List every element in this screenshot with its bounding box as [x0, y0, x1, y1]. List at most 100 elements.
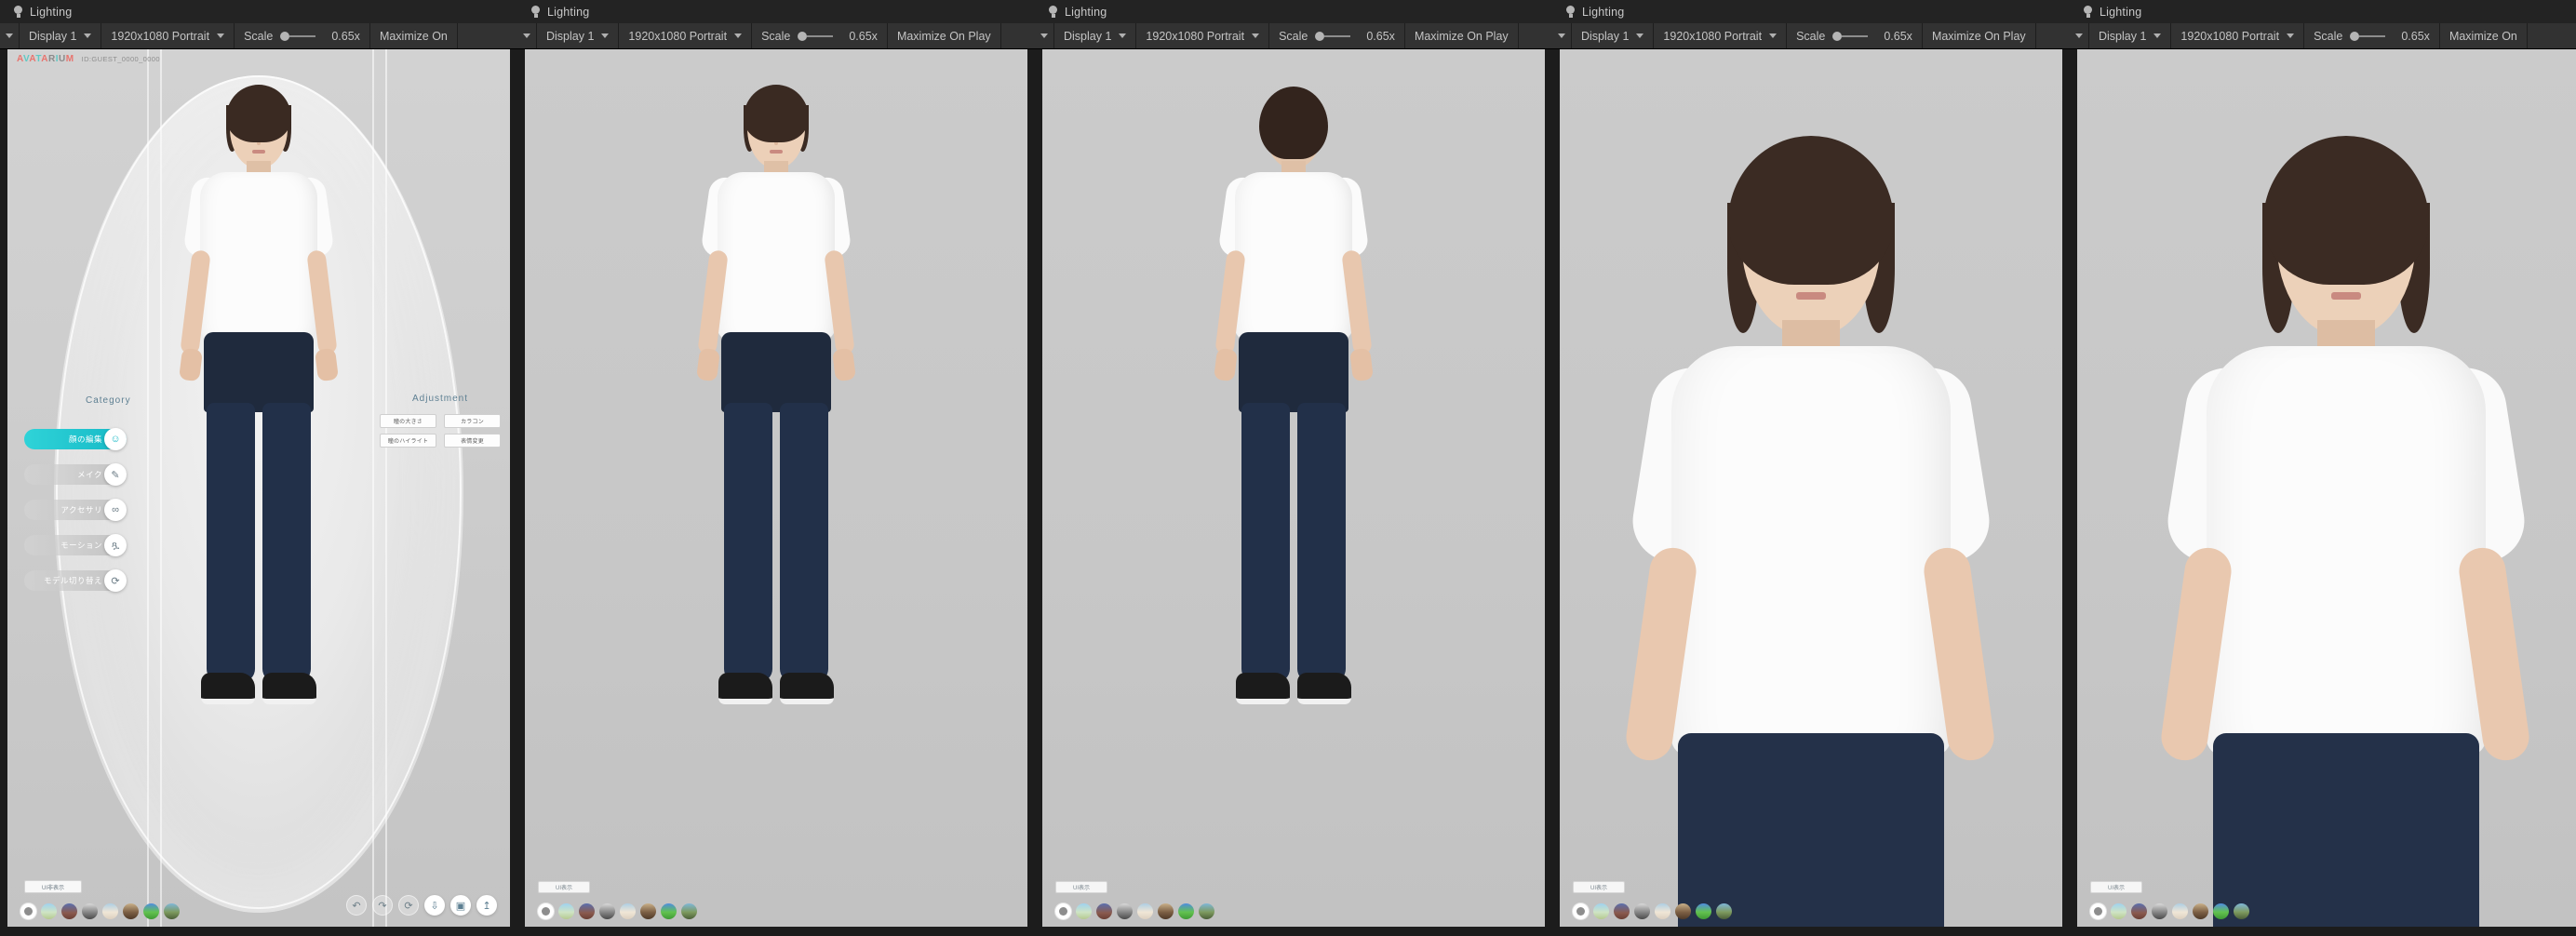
- sidebar-item-makeup[interactable]: メイク ✎: [24, 463, 127, 486]
- bg-soft-sky[interactable]: [1137, 903, 1153, 919]
- avatar-upper-body-closeup[interactable]: [2146, 136, 2546, 927]
- panel-menu-button[interactable]: [1552, 23, 1572, 48]
- bg-hills[interactable]: [1199, 903, 1214, 919]
- scale-slider-knob[interactable]: [798, 31, 808, 41]
- display-dropdown[interactable]: Display 1: [1572, 23, 1655, 48]
- scale-slider-track[interactable]: [807, 34, 834, 37]
- bg-none-selected[interactable]: [2090, 903, 2106, 919]
- lighting-tab[interactable]: Lighting: [1035, 0, 1552, 23]
- bg-studio-grey[interactable]: [2152, 903, 2167, 919]
- bg-hills[interactable]: [2234, 903, 2249, 919]
- adjust-eye-size-button[interactable]: 瞳の大きさ: [380, 414, 436, 428]
- bg-sunset-canyon[interactable]: [579, 903, 595, 919]
- bg-meadow[interactable]: [41, 903, 57, 919]
- scale-slider-track[interactable]: [1324, 34, 1351, 37]
- bg-green-field[interactable]: [143, 903, 159, 919]
- bg-meadow[interactable]: [1076, 903, 1092, 919]
- bg-desert[interactable]: [2193, 903, 2208, 919]
- adjust-eye-highlight-button[interactable]: 瞳のハイライト: [380, 434, 436, 448]
- avatar-upper-body-closeup[interactable]: [1611, 136, 2011, 927]
- panel-menu-button[interactable]: [0, 23, 20, 48]
- scale-slider-group[interactable]: Scale 0.65x: [235, 23, 370, 48]
- game-viewport-3[interactable]: UI表示: [1042, 49, 1545, 927]
- share-icon[interactable]: ↥: [476, 895, 497, 916]
- sidebar-item-accessory[interactable]: アクセサリ ∞: [24, 499, 127, 521]
- sidebar-item-motion[interactable]: モーション ጿ: [24, 534, 127, 556]
- panel-menu-button[interactable]: [517, 23, 537, 48]
- lighting-tab[interactable]: Lighting: [517, 0, 1035, 23]
- ui-visibility-toggle[interactable]: UI表示: [538, 881, 590, 893]
- game-viewport-5[interactable]: UI表示: [2077, 49, 2576, 927]
- maximize-on-play-button[interactable]: Maximize On: [370, 23, 458, 48]
- bg-desert[interactable]: [640, 903, 656, 919]
- scale-slider-knob[interactable]: [2350, 31, 2360, 41]
- bg-sunset-canyon[interactable]: [1614, 903, 1630, 919]
- redo-icon[interactable]: ↷: [372, 895, 393, 916]
- game-viewport-2[interactable]: UI表示: [525, 49, 1027, 927]
- scale-slider-group[interactable]: Scale 0.65x: [1787, 23, 1923, 48]
- scale-slider-track[interactable]: [289, 34, 316, 37]
- lighting-tab[interactable]: Lighting: [0, 0, 517, 23]
- bg-studio-grey[interactable]: [82, 903, 98, 919]
- bg-meadow[interactable]: [2111, 903, 2127, 919]
- maximize-on-play-button[interactable]: Maximize On Play: [888, 23, 1001, 48]
- bg-soft-sky[interactable]: [1655, 903, 1670, 919]
- sidebar-item-face-edit[interactable]: 顔の編集 ☺: [24, 428, 127, 450]
- undo-icon[interactable]: ↶: [346, 895, 367, 916]
- bg-hills[interactable]: [164, 903, 180, 919]
- bg-desert[interactable]: [1158, 903, 1174, 919]
- bg-sunset-canyon[interactable]: [1096, 903, 1112, 919]
- sidebar-item-model-switch[interactable]: モデル切り替え ⟳: [24, 569, 127, 592]
- maximize-on-play-button[interactable]: Maximize On Play: [1923, 23, 2036, 48]
- panel-menu-button[interactable]: [1035, 23, 1054, 48]
- resolution-dropdown[interactable]: 1920x1080 Portrait: [101, 23, 235, 48]
- download-icon[interactable]: ⇩: [424, 895, 445, 916]
- resolution-dropdown[interactable]: 1920x1080 Portrait: [2171, 23, 2305, 48]
- panel-menu-button[interactable]: [2070, 23, 2089, 48]
- camera-icon[interactable]: ▣: [450, 895, 471, 916]
- ui-visibility-toggle[interactable]: UI表示: [1055, 881, 1107, 893]
- resolution-dropdown[interactable]: 1920x1080 Portrait: [619, 23, 753, 48]
- bg-studio-grey[interactable]: [1634, 903, 1650, 919]
- scale-slider-group[interactable]: Scale 0.65x: [2304, 23, 2440, 48]
- ui-visibility-toggle[interactable]: UI非表示: [24, 880, 82, 893]
- scale-slider[interactable]: [2350, 31, 2386, 41]
- game-viewport-4[interactable]: UI表示: [1560, 49, 2062, 927]
- game-viewport-1[interactable]: AVATARIUM ID:GUEST_0000_0000 Category Ad…: [7, 49, 510, 927]
- display-dropdown[interactable]: Display 1: [537, 23, 620, 48]
- display-dropdown[interactable]: Display 1: [20, 23, 102, 48]
- avatar-full-body-front[interactable]: [655, 77, 897, 915]
- bg-hills[interactable]: [681, 903, 697, 919]
- adjust-expression-button[interactable]: 表情変更: [444, 434, 501, 448]
- lighting-tab[interactable]: Lighting: [1552, 0, 2070, 23]
- scale-slider[interactable]: [280, 31, 316, 41]
- bg-meadow[interactable]: [558, 903, 574, 919]
- bg-none-selected[interactable]: [1055, 903, 1071, 919]
- display-dropdown[interactable]: Display 1: [1054, 23, 1137, 48]
- bg-green-field[interactable]: [2213, 903, 2229, 919]
- ui-visibility-toggle[interactable]: UI表示: [1573, 881, 1625, 893]
- bg-hills[interactable]: [1716, 903, 1732, 919]
- scale-slider-group[interactable]: Scale 0.65x: [1269, 23, 1405, 48]
- bg-studio-grey[interactable]: [599, 903, 615, 919]
- bg-soft-sky[interactable]: [102, 903, 118, 919]
- bg-none-selected[interactable]: [1573, 903, 1589, 919]
- resolution-dropdown[interactable]: 1920x1080 Portrait: [1654, 23, 1788, 48]
- bg-sunset-canyon[interactable]: [2131, 903, 2147, 919]
- bg-green-field[interactable]: [1178, 903, 1194, 919]
- display-dropdown[interactable]: Display 1: [2089, 23, 2172, 48]
- bg-sunset-canyon[interactable]: [61, 903, 77, 919]
- bg-soft-sky[interactable]: [620, 903, 636, 919]
- scale-slider[interactable]: [1832, 31, 1869, 41]
- maximize-on-play-button[interactable]: Maximize On Play: [1405, 23, 1519, 48]
- bg-none-selected[interactable]: [20, 903, 36, 919]
- reset-icon[interactable]: ⟳: [398, 895, 419, 916]
- ui-visibility-toggle[interactable]: UI表示: [2090, 881, 2142, 893]
- scale-slider-track[interactable]: [1842, 34, 1869, 37]
- bg-desert[interactable]: [123, 903, 139, 919]
- scale-slider-group[interactable]: Scale 0.65x: [752, 23, 888, 48]
- scale-slider-knob[interactable]: [280, 31, 290, 41]
- resolution-dropdown[interactable]: 1920x1080 Portrait: [1136, 23, 1270, 48]
- scale-slider-track[interactable]: [2359, 34, 2386, 37]
- lighting-tab[interactable]: Lighting: [2070, 0, 2576, 23]
